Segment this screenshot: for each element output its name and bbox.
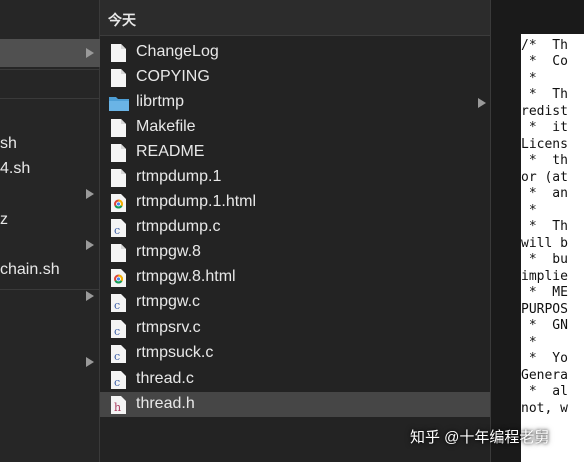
left-column-item[interactable]: z — [0, 211, 8, 229]
left-column-divider — [0, 69, 100, 70]
document-icon — [111, 169, 126, 187]
watermark: 知乎 @十年编程老舅 — [410, 429, 550, 446]
preview-line: * Th — [521, 87, 568, 102]
file-row[interactable]: README — [100, 140, 490, 165]
file-name: rtmpdump.1.html — [136, 193, 257, 210]
file-row[interactable]: c thread.c — [100, 367, 490, 392]
preview-line: * al — [521, 384, 568, 399]
document-icon — [111, 69, 126, 87]
preview-line: redist — [521, 104, 568, 119]
file-list-column: 今天 ChangeLog COPYING librtmp Makefile RE… — [100, 0, 490, 462]
preview-line: Licens — [521, 137, 568, 152]
file-row[interactable]: rtmpgw.8.html — [100, 265, 490, 290]
chevron-right-icon — [86, 189, 94, 199]
c-source-icon: c — [111, 345, 126, 363]
preview-line: * Th — [521, 219, 568, 234]
file-name: ChangeLog — [136, 43, 219, 60]
file-name: rtmpgw.c — [136, 293, 201, 310]
file-row[interactable]: COPYING — [100, 65, 490, 90]
preview-line: * ME — [521, 285, 568, 300]
svg-text:c: c — [114, 376, 120, 389]
preview-line: * — [521, 71, 537, 86]
preview-line: /* Th — [521, 38, 568, 53]
chevron-right-icon — [86, 357, 94, 367]
document-icon — [111, 44, 126, 62]
c-source-icon: c — [111, 219, 126, 237]
file-name: rtmpsuck.c — [136, 344, 214, 361]
file-row[interactable]: rtmpdump.1 — [100, 165, 490, 190]
c-source-icon: c — [111, 371, 126, 389]
file-row[interactable]: c rtmpsrv.c — [100, 316, 490, 341]
text-preview[interactable]: /* Th * Co * * Th redist * it Licens * t… — [521, 34, 584, 462]
left-column-divider — [0, 98, 100, 99]
chevron-right-icon — [478, 98, 486, 108]
preview-line: will b — [521, 236, 568, 251]
preview-line: * an — [521, 186, 568, 201]
file-name: README — [136, 143, 205, 160]
file-name: rtmpgw.8 — [136, 243, 201, 260]
left-column-item[interactable]: 4.sh — [0, 160, 30, 178]
file-name: COPYING — [136, 68, 210, 85]
preview-line: * Yo — [521, 351, 568, 366]
file-name: rtmpdump.c — [136, 218, 221, 235]
left-column-selected-row[interactable] — [0, 39, 100, 67]
svg-text:h: h — [114, 401, 121, 414]
file-row[interactable]: rtmpdump.1.html — [100, 190, 490, 215]
h-header-icon: h — [111, 396, 126, 414]
left-column-item[interactable]: sh — [0, 135, 17, 153]
preview-line: * GN — [521, 318, 568, 333]
document-icon — [111, 144, 126, 162]
file-row[interactable]: c rtmpsuck.c — [100, 341, 490, 366]
file-name: thread.c — [136, 370, 194, 387]
preview-line: implie — [521, 269, 568, 284]
file-row[interactable]: c rtmpgw.c — [100, 290, 490, 315]
preview-line: * — [521, 335, 537, 350]
file-row[interactable]: Makefile — [100, 115, 490, 140]
c-source-icon: c — [111, 294, 126, 312]
file-row[interactable]: ChangeLog — [100, 40, 490, 65]
svg-text:c: c — [114, 325, 120, 338]
file-name: thread.h — [136, 395, 195, 412]
chrome-html-icon — [111, 194, 126, 212]
file-name: rtmpgw.8.html — [136, 268, 236, 285]
file-name: rtmpsrv.c — [136, 319, 201, 336]
date-group-header: 今天 — [100, 0, 490, 36]
preview-line: PURPOS — [521, 302, 568, 317]
chevron-right-icon — [86, 240, 94, 250]
preview-line: * bu — [521, 252, 568, 267]
preview-line: * th — [521, 153, 568, 168]
preview-line: or (at — [521, 170, 568, 185]
preview-line: Genera — [521, 368, 568, 383]
preview-line: * — [521, 203, 537, 218]
document-icon — [111, 119, 126, 137]
preview-line: * Co — [521, 54, 568, 69]
c-source-icon: c — [111, 320, 126, 338]
preview-line: * it — [521, 120, 568, 135]
date-group-label: 今天 — [108, 12, 136, 28]
file-row[interactable]: rtmpgw.8 — [100, 240, 490, 265]
file-row[interactable]: c rtmpdump.c — [100, 215, 490, 240]
folder-icon — [109, 97, 129, 111]
chevron-right-icon — [86, 291, 94, 301]
file-name: librtmp — [136, 93, 185, 110]
svg-text:c: c — [114, 299, 120, 312]
folder-row[interactable]: librtmp — [100, 90, 490, 115]
left-column-item[interactable]: chain.sh — [0, 261, 60, 279]
svg-text:c: c — [114, 224, 120, 237]
chrome-html-icon — [111, 269, 126, 287]
preview-pane: /* Th * Co * * Th redist * it Licens * t… — [490, 0, 584, 462]
file-name: rtmpdump.1 — [136, 168, 222, 185]
file-row-selected[interactable]: h thread.h — [100, 392, 490, 417]
document-icon — [111, 244, 126, 262]
svg-text:c: c — [114, 350, 120, 363]
chevron-right-icon — [86, 48, 94, 58]
left-column-divider — [0, 289, 100, 290]
preview-line: not, w — [521, 401, 568, 416]
file-name: Makefile — [136, 118, 196, 135]
left-column: sh 4.sh z chain.sh — [0, 0, 100, 462]
